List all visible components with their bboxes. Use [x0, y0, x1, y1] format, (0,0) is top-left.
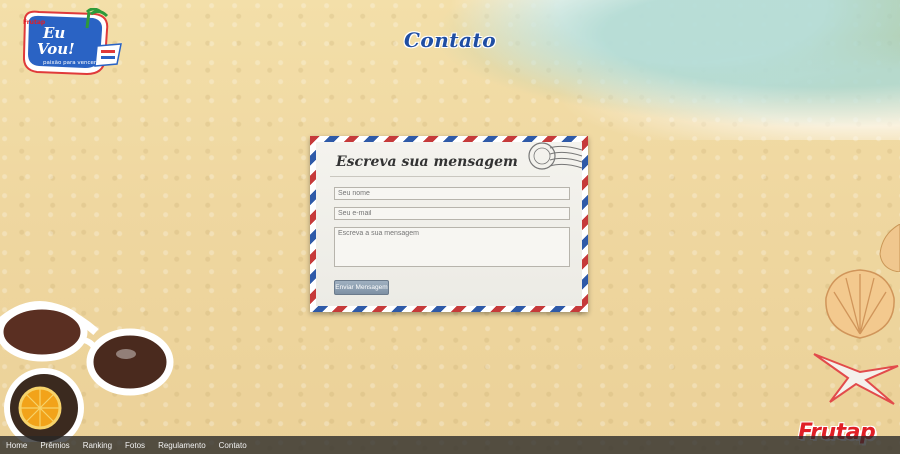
postmark-stamp-icon	[528, 142, 583, 170]
nav-premios[interactable]: Prêmios	[40, 441, 69, 450]
envelope-form: Escreva sua mensagem Enviar Mensagem	[310, 136, 588, 312]
email-field[interactable]	[334, 207, 570, 220]
sea-waves	[380, 0, 900, 140]
seashell-decoration	[825, 269, 895, 339]
logo-slogan: paixão para vencer	[43, 60, 97, 66]
heading-divider	[330, 176, 550, 177]
send-message-button[interactable]: Enviar Mensagem	[334, 280, 389, 295]
nav-regulamento[interactable]: Regulamento	[158, 441, 206, 450]
letter-paper: Escreva sua mensagem Enviar Mensagem	[316, 142, 583, 306]
starfish-decoration	[813, 353, 899, 405]
nav-contato[interactable]: Contato	[219, 441, 247, 450]
page-title: Contato	[403, 28, 497, 52]
message-field[interactable]	[334, 227, 570, 267]
drink-glass-decoration	[4, 368, 84, 442]
nav-fotos[interactable]: Fotos	[125, 441, 145, 450]
name-field[interactable]	[334, 187, 570, 200]
bottom-nav: Home Prêmios Ranking Fotos Regulamento C…	[0, 436, 900, 454]
nav-home[interactable]: Home	[6, 441, 27, 450]
seashell-small-decoration	[879, 224, 900, 272]
nav-ranking[interactable]: Ranking	[83, 441, 112, 450]
